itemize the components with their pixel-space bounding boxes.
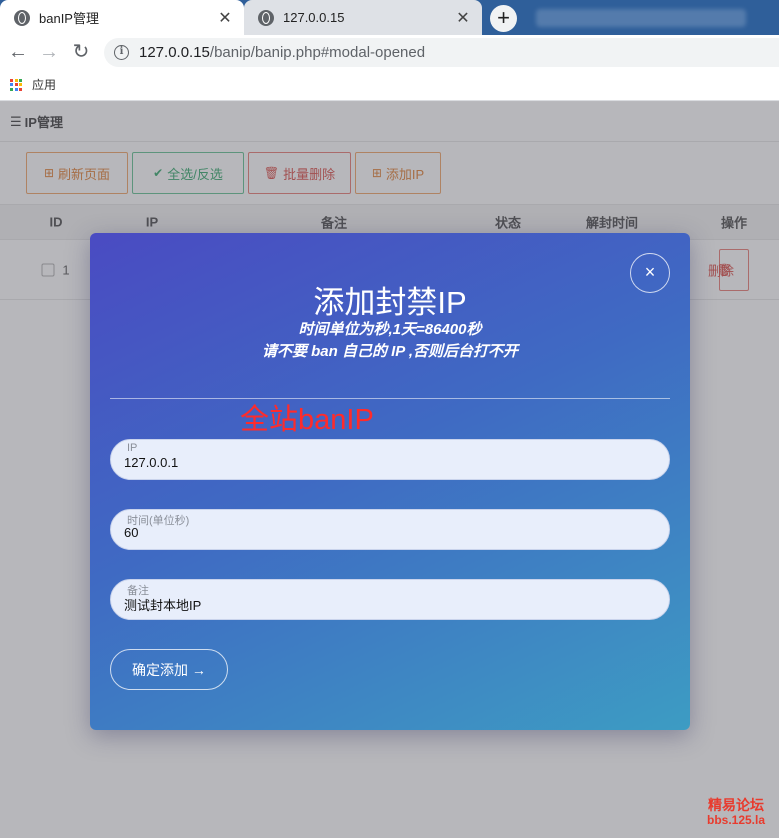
tab-title: banIP管理: [39, 11, 99, 26]
duration-field-value: 60: [124, 525, 139, 540]
globe-icon: [258, 9, 274, 26]
tab-title: 127.0.0.15: [283, 10, 345, 25]
globe-icon: [14, 9, 30, 26]
watermark-url: bbs.125.la: [706, 813, 766, 827]
url-host: 127.0.0.15: [139, 44, 210, 61]
address-bar[interactable]: i 127.0.0.15/banip/banip.php#modal-opene…: [104, 38, 779, 67]
modal-title: 添加封禁IP: [313, 285, 467, 320]
blurred-area: [536, 9, 746, 27]
note-field-value: 测试封本地IP: [124, 598, 202, 613]
new-tab-button[interactable]: +: [490, 5, 517, 32]
modal-subtitle-time-unit: 时间单位为秒,1天=86400秒: [298, 321, 482, 338]
apps-grid-icon[interactable]: [10, 78, 22, 91]
watermark-name: 精易论坛: [708, 797, 764, 813]
confirm-add-button[interactable]: 确定添加 →: [110, 649, 228, 690]
browser-toolbar: ← → ↻ i 127.0.0.15/banip/banip.php#modal…: [0, 35, 779, 69]
ip-field-value: 127.0.0.1: [124, 455, 179, 470]
ip-field-label: IP: [127, 442, 138, 454]
duration-field[interactable]: 时间(单位秒) 60: [110, 509, 670, 550]
tab-close-icon[interactable]: ✕: [216, 8, 234, 28]
bookmark-apps[interactable]: 应用: [32, 76, 56, 93]
forum-watermark: 精易论坛 bbs.125.la: [700, 798, 772, 828]
tab-close-icon[interactable]: ✕: [454, 8, 472, 28]
url-path: /banip/banip.php#modal-opened: [209, 44, 426, 61]
modal-subtitle-warning: 请不要 ban 自己的 IP ,否则后台打不开: [261, 343, 519, 360]
bookmarks-bar: 应用: [0, 69, 779, 101]
back-button[interactable]: ←: [6, 40, 30, 64]
add-ban-ip-modal: × 添加封禁IP 时间单位为秒,1天=86400秒 请不要 ban 自己的 IP…: [90, 233, 690, 730]
ip-field[interactable]: IP 127.0.0.1: [110, 439, 670, 480]
forward-button[interactable]: →: [37, 40, 61, 64]
tab-localhost[interactable]: 127.0.0.15 ✕: [244, 0, 482, 35]
tab-banip[interactable]: banIP管理 ✕: [0, 0, 244, 35]
info-icon[interactable]: i: [114, 45, 129, 60]
ban-all-site-banner: 全站banIP: [240, 404, 374, 436]
note-field[interactable]: 备注 测试封本地IP: [110, 579, 670, 620]
modal-divider: [110, 398, 670, 399]
reload-button[interactable]: ↻: [69, 40, 93, 64]
browser-tab-strip: banIP管理 ✕ 127.0.0.15 ✕ +: [0, 0, 779, 35]
